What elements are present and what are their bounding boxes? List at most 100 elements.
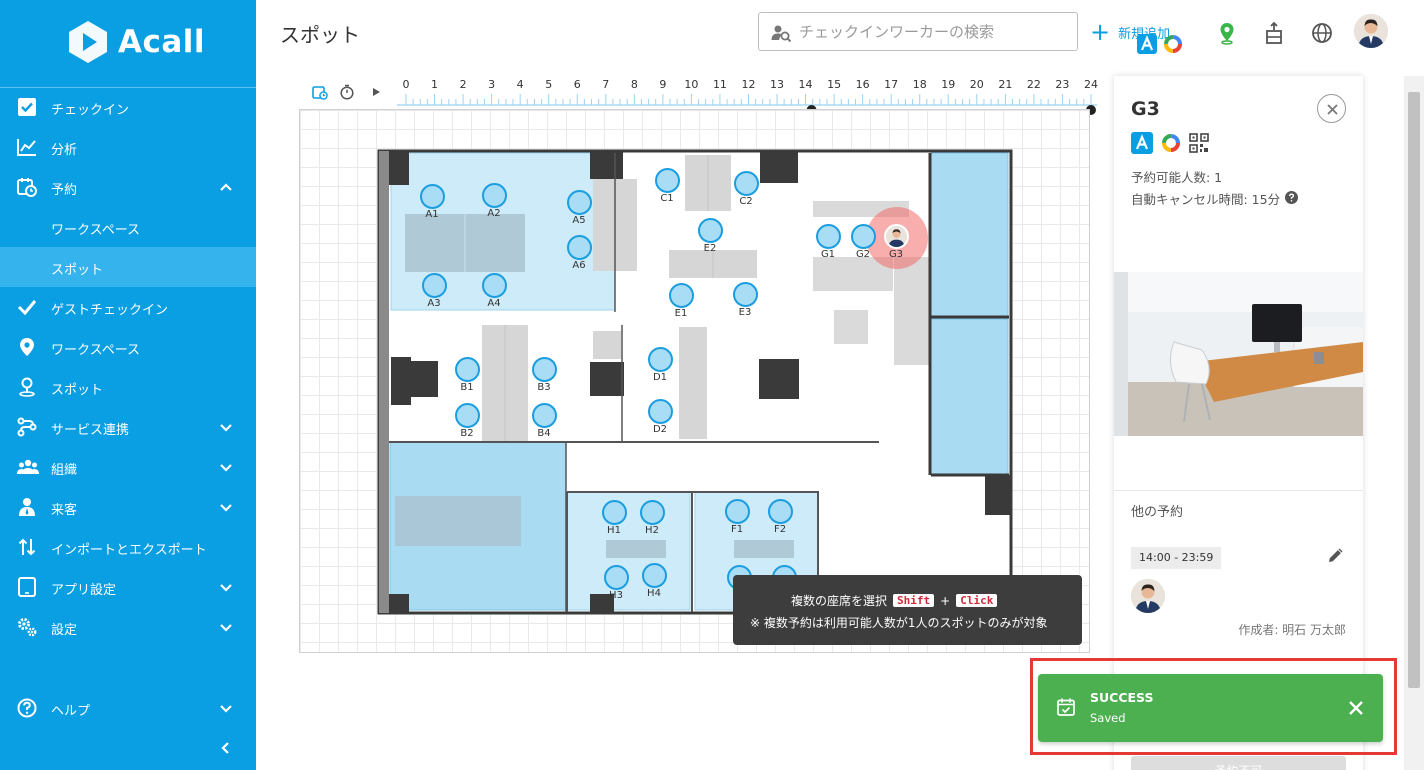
seat-h3[interactable] [603,564,629,590]
seat-label: A4 [487,298,501,309]
seat-a5[interactable] [566,189,592,215]
seat-label: D1 [652,372,668,383]
edit-pencil-icon[interactable] [1326,545,1346,565]
sidebar-item-label: チェックイン [51,103,130,118]
map-pin-icon [17,337,37,357]
sidebar-item-help[interactable]: ヘルプ [0,688,256,728]
integration-icon [17,417,37,437]
seat-a4[interactable] [481,272,507,298]
other-reservations-heading: 他の予約 [1131,505,1184,520]
calendar-clock-icon [17,177,37,197]
seat-g1[interactable] [815,223,841,249]
seat-b3[interactable] [531,356,557,382]
question-circle-icon[interactable] [1285,190,1299,207]
sidebar-subitem-spot[interactable]: スポット [0,247,256,287]
seat-g2[interactable] [850,223,876,249]
reservation-user-avatar [1131,579,1165,613]
seat-label: E1 [674,308,688,319]
timeline-hour-label: 4 [516,78,524,91]
timeline-hour-label: 1 [431,78,439,91]
seat-d1[interactable] [647,346,673,372]
sidebar-item-reservation[interactable]: 予約 [0,167,256,207]
timeline-hour-label: 15 [827,78,842,91]
seat-e3[interactable] [732,281,758,307]
seat-d2[interactable] [647,398,673,424]
seat-b4[interactable] [531,402,557,428]
chevron-down-icon [218,459,234,475]
sidebar-item-guest-checkin[interactable]: ゲストチェックイン [0,287,256,327]
collapse-sidebar-icon[interactable] [218,740,234,756]
spot-name: G3 [1131,98,1160,120]
seat-f1[interactable] [724,498,750,524]
seat-label: E3 [738,307,752,318]
sidebar-item-label: スポット [51,383,104,398]
close-panel-button[interactable] [1317,94,1346,123]
seat-b1[interactable] [454,356,480,382]
seat-label: A5 [572,215,586,226]
calendar-check-icon [1056,697,1076,717]
acall-app-icon [1131,132,1153,158]
floor-plan-drawing [377,149,1013,615]
seat-f2[interactable] [767,498,793,524]
page-scrollbar-thumb[interactable] [1408,92,1420,688]
acall-logo-icon [66,20,110,64]
location-pin-icon[interactable] [1215,21,1239,45]
sidebar-item-analytics[interactable]: 分析 [0,127,256,167]
seat-label: H1 [607,525,621,536]
timeline-hour-label: 14 [798,78,813,91]
seat-g3[interactable] [883,223,909,249]
tooltip-text: 複数の座席を選択 [791,594,888,608]
seat-b2[interactable] [454,402,480,428]
user-avatar[interactable] [1354,14,1388,48]
sidebar-item-integrations[interactable]: サービス連携 [0,407,256,447]
seat-a6[interactable] [566,234,592,260]
seat-c1[interactable] [654,167,680,193]
sidebar-item-spot[interactable]: スポット [0,367,256,407]
seat-label: A1 [425,209,439,220]
sidebar-item-import-export[interactable]: インポートとエクスポート [0,527,256,567]
chevron-down-icon [218,700,234,716]
acall-app-icon [1137,34,1157,58]
sidebar-item-app-settings[interactable]: アプリ設定 [0,567,256,607]
unavailable-button[interactable]: 予約不可 [1131,756,1346,770]
shift-key: Shift [893,594,935,607]
seat-label: H4 [647,588,661,599]
sidebar-item-organization[interactable]: 組織 [0,447,256,487]
chevron-up-icon [218,179,234,195]
seat-h4[interactable] [641,562,667,588]
help-circle-icon [17,698,37,718]
seat-a2[interactable] [481,182,507,208]
globe-icon[interactable] [1310,21,1334,45]
timeline-hour-label: 11 [712,78,727,91]
seat-label: G1 [820,249,836,260]
seat-h2[interactable] [639,499,665,525]
seat-label: G2 [855,249,871,260]
qr-code-icon[interactable] [1189,133,1209,157]
seat-c2[interactable] [733,170,759,196]
search-input[interactable] [799,21,1069,43]
seat-e1[interactable] [668,282,694,308]
door-exit-icon[interactable] [1262,21,1286,45]
seat-label: G3 [888,249,904,260]
seat-h1[interactable] [601,499,627,525]
brand-logo[interactable]: Acall [66,20,205,64]
spot-photo-image [1114,272,1363,436]
timeline-hour-label: 24 [1083,78,1098,91]
sidebar-item-workspace[interactable]: ワークスペース [0,327,256,367]
seat-label: E2 [703,243,717,254]
seat-label: F1 [730,524,744,535]
search-box[interactable] [758,12,1078,51]
chevron-down-icon [218,619,234,635]
floor-plan: A1 A2 A3 A4 A5 A6 C1 C2 E2 E1 E3 G1 G2 G3 B1 B3 B2 B4 D1 D2… [299,109,1090,653]
close-icon[interactable] [1346,698,1366,718]
seat-label: F2 [773,524,787,535]
seat-a1[interactable] [419,183,445,209]
seat-a3[interactable] [421,272,447,298]
sidebar-item-label: 来客 [51,503,78,518]
seat-e2[interactable] [697,217,723,243]
sidebar-subitem-workspace[interactable]: ワークスペース [0,207,256,247]
gears-icon [17,617,37,637]
sidebar-item-label: ワークスペース [51,343,141,358]
sidebar-item-settings[interactable]: 設定 [0,607,256,647]
sidebar-item-visitors[interactable]: 来客 [0,487,256,527]
